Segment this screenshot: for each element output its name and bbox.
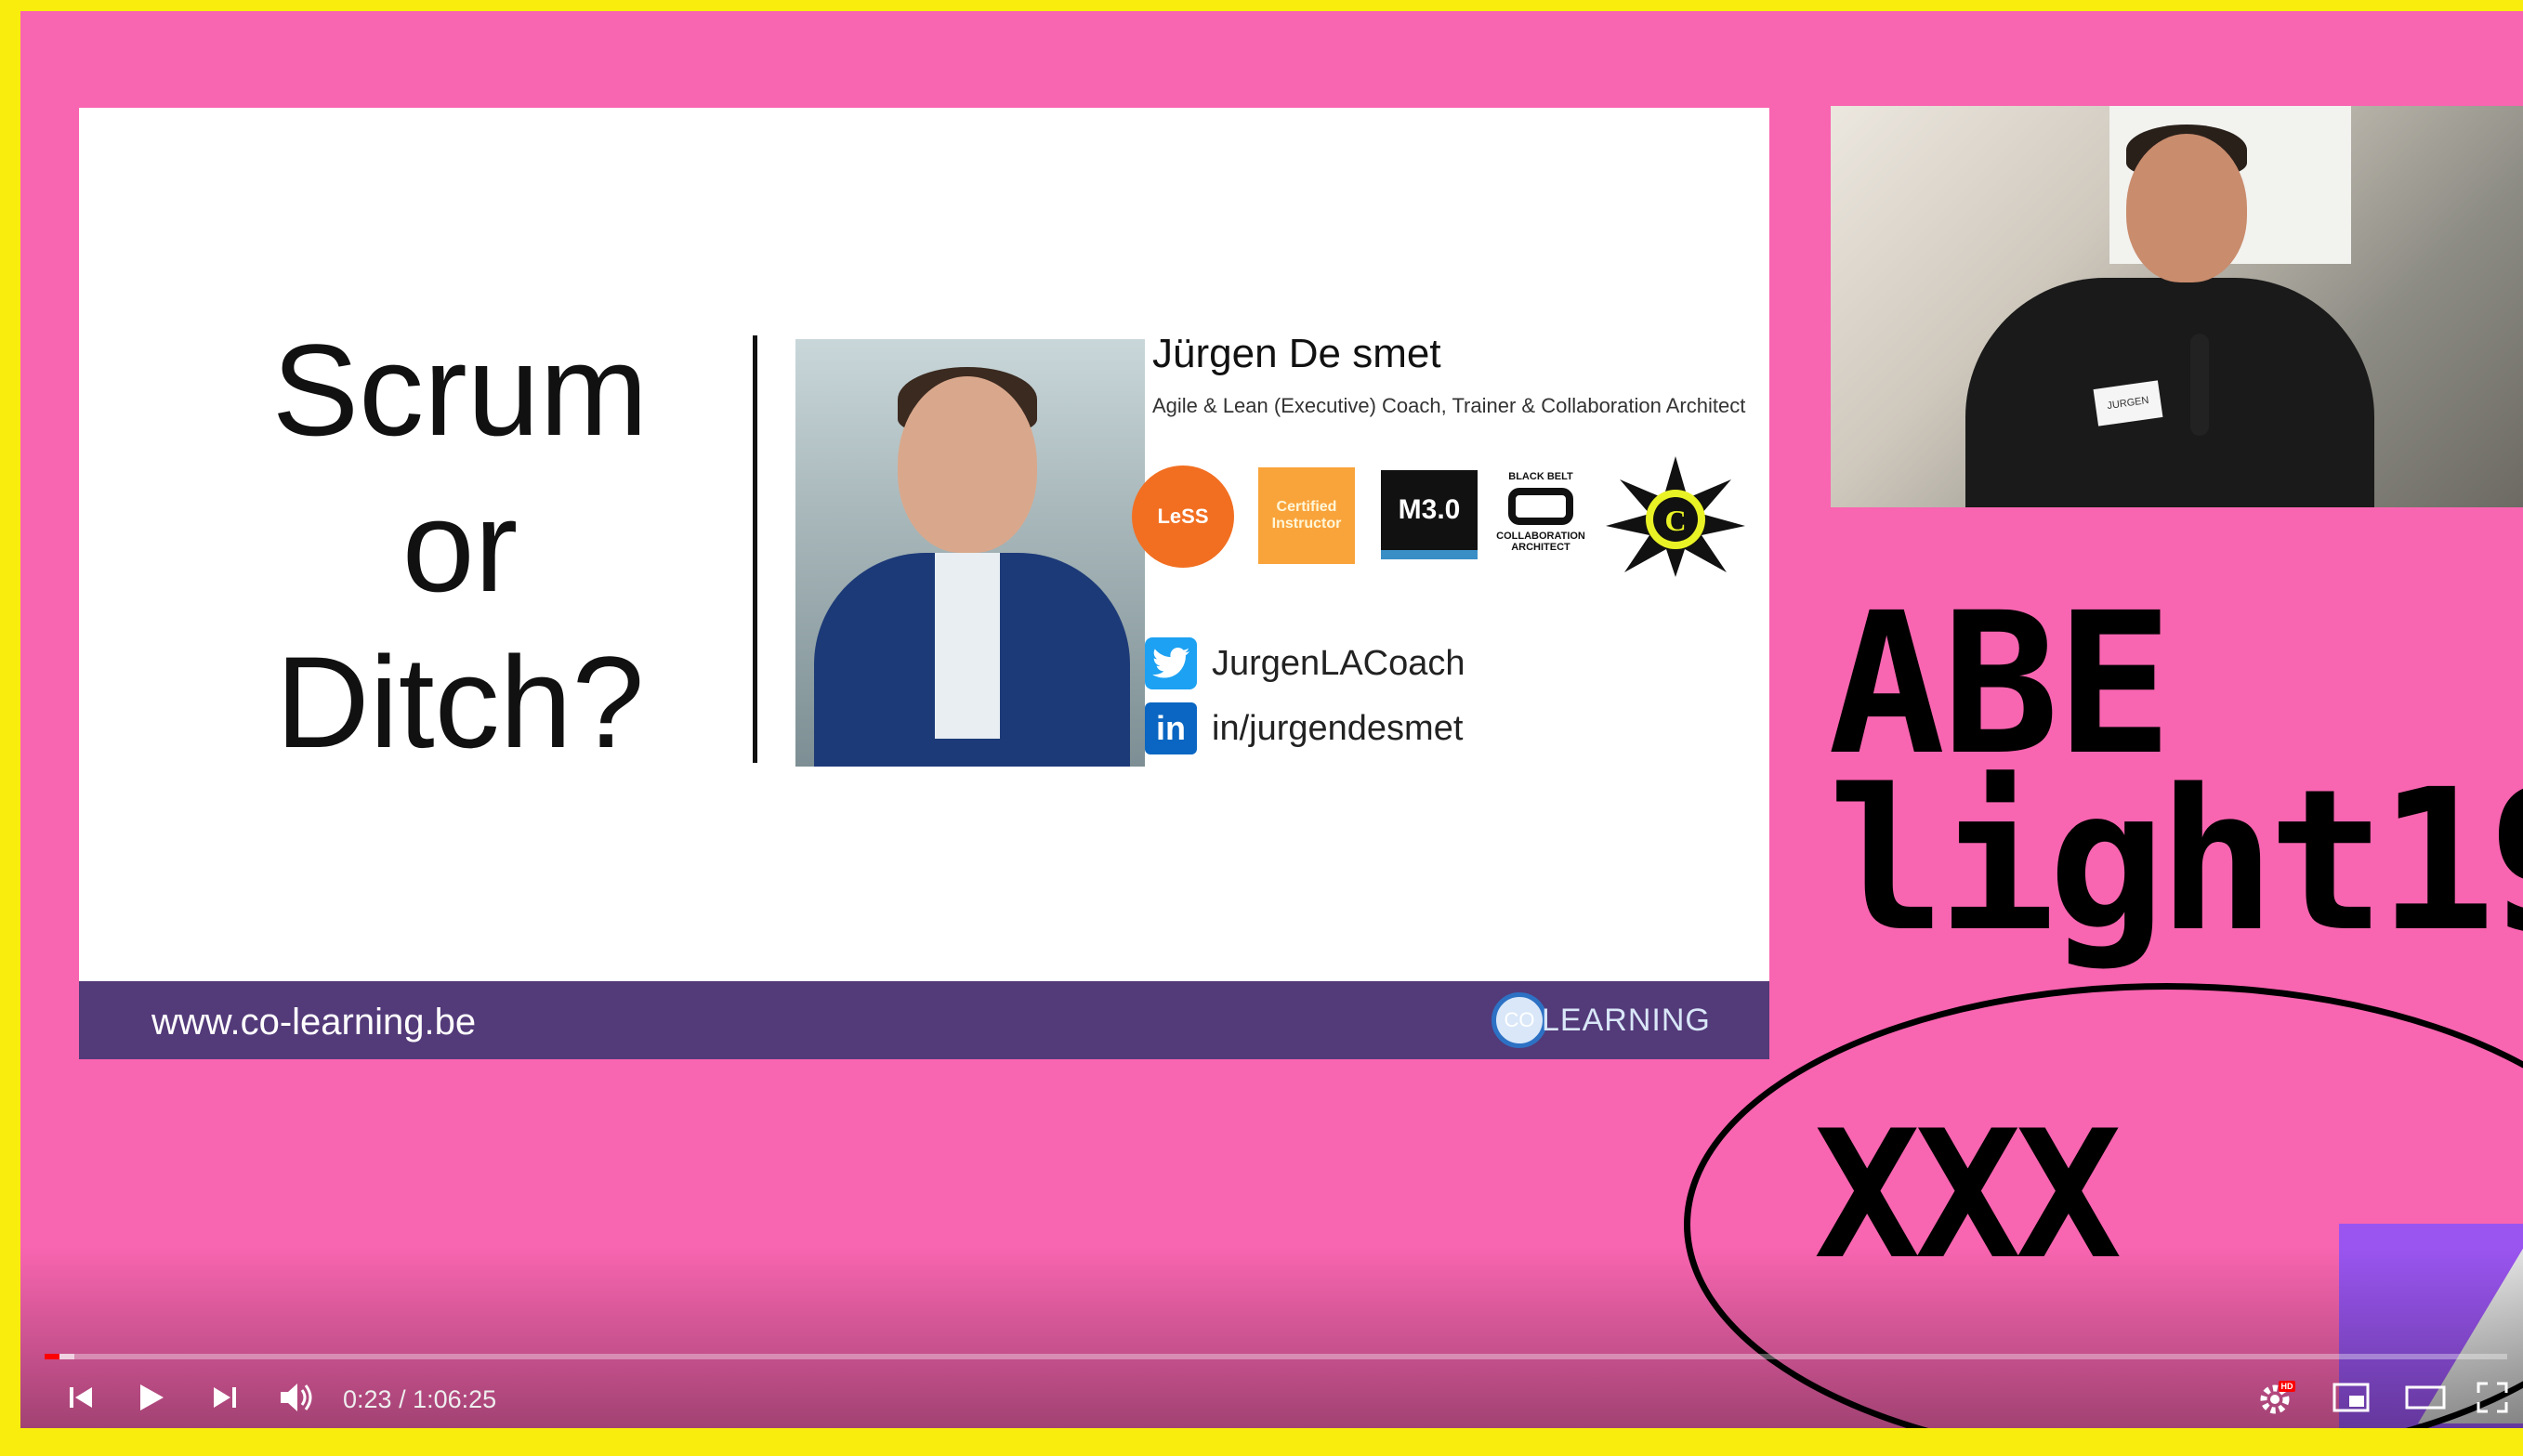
belt-icon	[1508, 488, 1573, 525]
co-learning-logo: CO LEARNING	[1491, 990, 1752, 1050]
slide-title-line-1: Scrum	[271, 317, 649, 463]
hd-badge: HD	[2281, 1382, 2293, 1391]
m30-badge: M3.0	[1381, 470, 1478, 559]
play-icon	[140, 1384, 164, 1410]
previous-button[interactable]	[58, 1376, 104, 1419]
speaker-name: Jürgen De smet	[1152, 331, 1441, 376]
linkedin-handle: in/jurgendesmet	[1212, 708, 1464, 748]
play-button[interactable]	[127, 1376, 174, 1419]
volume-button[interactable]	[271, 1376, 323, 1419]
twitter-icon	[1145, 637, 1197, 689]
video-frame[interactable]: Scrum or Ditch? Jürgen De smet Agile & L…	[20, 11, 2523, 1428]
twitter-contact: JurgenLACoach	[1145, 637, 1465, 689]
co-learning-bubble-icon: CO	[1491, 992, 1547, 1048]
event-logo-line-2: light19	[1828, 747, 2523, 975]
gear-icon: HD	[2260, 1381, 2295, 1414]
player-controls: 0:23 / 1:06:25 HD	[20, 1371, 2523, 1426]
miniplayer-button[interactable]	[2325, 1376, 2377, 1419]
event-logo: ABE light19	[1828, 587, 2523, 975]
belt-bottom-label: COLLABORATION ARCHITECT	[1496, 531, 1585, 553]
theater-mode-icon	[2405, 1385, 2446, 1410]
skip-next-icon	[214, 1387, 236, 1408]
slide-footer: www.co-learning.be CO LEARNING	[79, 981, 1769, 1059]
co-learning-text: LEARNING	[1542, 1002, 1711, 1038]
microphone-icon	[2190, 334, 2209, 436]
slide-title-line-2: or	[401, 473, 519, 619]
slide-divider	[753, 335, 757, 763]
linkedin-icon: in	[1145, 702, 1197, 754]
linkedin-contact: in in/jurgendesmet	[1145, 702, 1463, 754]
skip-previous-icon	[70, 1387, 92, 1408]
speaker-role: Agile & Lean (Executive) Coach, Trainer …	[1152, 394, 1746, 417]
belt-top-label: BLACK BELT	[1508, 471, 1573, 482]
slide-title: Scrum or Ditch?	[237, 312, 683, 780]
next-button[interactable]	[202, 1376, 248, 1419]
footer-url: www.co-learning.be	[151, 1002, 477, 1043]
speaker-portrait	[795, 339, 1145, 767]
miniplayer-icon	[2332, 1383, 2370, 1412]
duration: 1:06:25	[413, 1385, 497, 1413]
time-display: 0:23 / 1:06:25	[343, 1385, 497, 1413]
current-time: 0:23	[343, 1385, 392, 1413]
twitter-handle: JurgenLACoach	[1212, 643, 1465, 683]
fullscreen-button[interactable]	[2469, 1376, 2516, 1419]
sun-badge-letter: C	[1664, 504, 1686, 537]
slide-title-line-3: Ditch?	[275, 629, 645, 775]
speaker-camera-feed: JURGEN	[1831, 106, 2523, 507]
instructor-badge: Certified Instructor	[1258, 467, 1355, 564]
settings-button[interactable]: HD	[2251, 1376, 2303, 1419]
less-badge: LeSS	[1132, 466, 1234, 568]
progress-bar[interactable]	[45, 1354, 2507, 1359]
volume-icon	[281, 1384, 312, 1411]
theater-mode-button[interactable]	[2399, 1376, 2451, 1419]
sun-icon: C	[1606, 456, 1745, 577]
progress-played	[45, 1354, 59, 1359]
certification-badges: LeSS Certified Instructor M3.0 BLACK BEL…	[1132, 456, 1769, 577]
fullscreen-icon	[2477, 1382, 2508, 1413]
black-belt-badge: BLACK BELT COLLABORATION ARCHITECT	[1496, 461, 1585, 563]
presentation-slide: Scrum or Ditch? Jürgen De smet Agile & L…	[79, 108, 1769, 1059]
sun-badge: C	[1606, 456, 1745, 577]
